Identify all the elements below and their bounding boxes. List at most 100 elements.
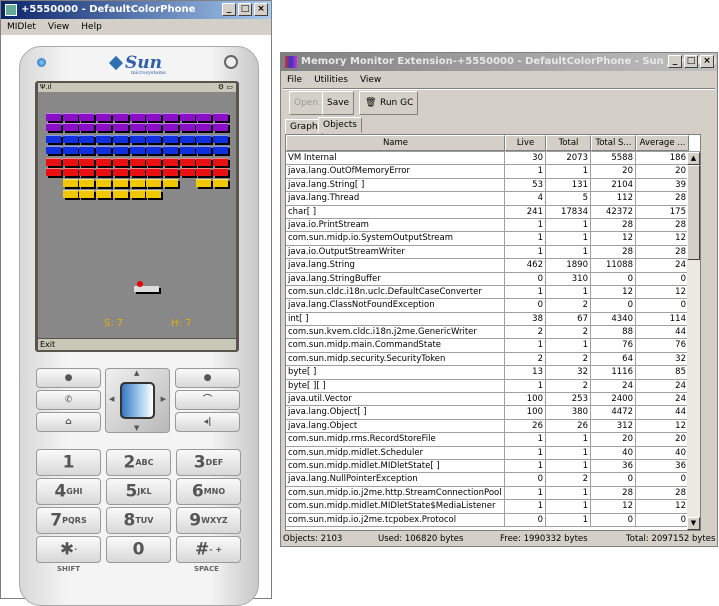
table-row[interactable]: java.lang.StringBuffer031000 [286,273,700,286]
menu-view[interactable]: View [48,19,69,35]
table-row[interactable]: java.io.PrintStream112828 [286,219,700,232]
table-row[interactable]: com.sun.midp.midlet.Scheduler114040 [286,447,700,460]
table-row[interactable]: java.lang.String[ ]53131210439 [286,179,700,192]
table-row[interactable]: byte[ ]1332111685 [286,366,700,379]
key-2[interactable]: 2ABC [106,449,171,476]
tab-graph[interactable]: Graph [285,119,323,135]
menu-file[interactable]: File [287,72,302,88]
end-call-key[interactable]: ⌒ [175,390,240,410]
scroll-thumb[interactable] [687,165,700,260]
minimize-button[interactable]: _ [668,55,682,68]
table-row[interactable]: java.lang.OutOfMemoryError112020 [286,165,700,178]
brick [146,158,161,166]
back-key[interactable]: ◂| [175,412,240,432]
dpad[interactable]: ▲ ▼ ◀ ▶ [105,368,170,433]
column-header-total[interactable]: Total [546,135,591,151]
table-row[interactable]: java.lang.Object[ ]100380447244 [286,406,700,419]
table-row[interactable]: com.sun.midp.midlet.MIDletState$MediaLis… [286,500,700,513]
dpad-select-button[interactable] [120,382,155,419]
brick [196,135,211,143]
scroll-up-button[interactable]: ▲ [687,152,700,165]
table-row[interactable]: java.util.Vector100253240024 [286,393,700,406]
key-9[interactable]: 9WXYZ [176,507,241,534]
menu-help[interactable]: Help [81,19,102,35]
call-key[interactable]: ✆ [36,390,101,410]
brick [79,123,94,131]
column-header-live[interactable]: Live [505,135,546,151]
key-hash[interactable]: #- + [176,536,241,563]
average-size: 44 [636,326,689,338]
key-5[interactable]: 5JKL [106,478,171,505]
title-bar[interactable]: Memory Monitor Extension-+5550000 - Defa… [281,53,717,71]
table-row[interactable]: java.lang.ClassNotFoundException0200 [286,299,700,312]
key-8[interactable]: 8TUV [106,507,171,534]
average-size: 40 [636,447,689,459]
left-arrow-icon[interactable]: ◀ [109,395,114,403]
close-button[interactable]: × [254,3,268,16]
close-button[interactable]: × [700,55,714,68]
table-row[interactable]: com.sun.midp.rms.RecordStoreFile112020 [286,433,700,446]
down-arrow-icon[interactable]: ▼ [134,424,139,432]
table-row[interactable]: com.sun.midp.io.j2me.tcpobex.Protocol010… [286,514,700,527]
column-header-total-size[interactable]: Total S... [591,135,636,151]
key-4[interactable]: 4GHI [36,478,101,505]
key-3[interactable]: 3DEF [176,449,241,476]
brick [163,135,178,143]
table-row[interactable]: com.sun.midp.io.SystemOutputStream111212 [286,232,700,245]
up-arrow-icon[interactable]: ▲ [134,369,139,377]
menu-midlet[interactable]: MIDlet [7,19,36,35]
total-size: 28 [591,487,636,499]
key-star[interactable]: ✱· [36,536,101,563]
table-row[interactable]: java.io.OutputStreamWriter112828 [286,246,700,259]
total-count: 1 [546,487,591,499]
title-bar[interactable]: +5550000 - DefaultColorPhone _□× [1,1,271,19]
table-row[interactable]: java.lang.Thread4511228 [286,192,700,205]
table-row[interactable]: int[ ]38674340114 [286,313,700,326]
total-count: 1 [546,433,591,445]
table-row[interactable]: VM Internal3020735588186 [286,152,700,165]
live-count: 1 [505,460,546,472]
menu-utilities[interactable]: Utilities [314,72,348,88]
phone-screen[interactable]: Ψ.ıl⚙ ▭ S: 7 H: 7 Exit [35,81,239,352]
key-7[interactable]: 7PQRS [36,507,101,534]
object-name: java.io.PrintStream [286,219,505,231]
maximize-button[interactable]: □ [238,3,252,16]
sun-logo: Sun microsystems [111,53,166,76]
brick [113,168,128,176]
scroll-down-button[interactable]: ▼ [687,517,700,530]
right-arrow-icon[interactable]: ▶ [161,395,166,403]
run-gc-button[interactable]: 🗑Run GC [359,91,418,115]
table-row[interactable]: com.sun.kvem.cldc.i18n.j2me.GenericWrite… [286,326,700,339]
column-header-average[interactable]: Average ... [636,135,689,151]
table-row[interactable]: java.lang.Object262631212 [286,420,700,433]
object-name: com.sun.cldc.i18n.uclc.DefaultCaseConver… [286,286,505,298]
vertical-scrollbar[interactable]: ▲ ▼ [687,152,700,530]
maximize-button[interactable]: □ [684,55,698,68]
key-6[interactable]: 6MNO [176,478,241,505]
table-row[interactable]: com.sun.midp.security.SecurityToken22643… [286,353,700,366]
table-row[interactable]: java.lang.NullPointerException0200 [286,473,700,486]
right-soft-key[interactable]: ● [175,368,240,388]
table-row[interactable]: byte[ ][ ]122424 [286,380,700,393]
key-1[interactable]: 1 [36,449,101,476]
table-row[interactable]: com.sun.cldc.i18n.uclc.DefaultCaseConver… [286,286,700,299]
tab-objects[interactable]: Objects [318,117,362,133]
exit-softkey[interactable]: Exit [40,340,55,349]
menu-view[interactable]: View [360,72,381,88]
average-size: 12 [636,420,689,432]
table-row[interactable]: com.sun.midp.io.j2me.http.StreamConnecti… [286,487,700,500]
save-button[interactable]: Save [322,91,354,115]
key-0[interactable]: 0 [106,536,171,563]
open-button[interactable]: Open [289,91,323,115]
table-row[interactable]: com.sun.midp.midlet.MIDletState[ ]113636 [286,460,700,473]
breakout-game-canvas[interactable]: S: 7 H: 7 [38,92,236,338]
minimize-button[interactable]: _ [222,3,236,16]
table-row[interactable]: com.sun.midp.main.CommandState117676 [286,339,700,352]
table-row[interactable]: java.lang.String46218901108824 [286,259,700,272]
live-count: 1 [505,232,546,244]
power-button[interactable] [224,55,238,69]
table-row[interactable]: char[ ]2411783442372175 [286,206,700,219]
column-header-name[interactable]: Name [286,135,505,151]
home-key[interactable]: ⌂ [36,412,101,432]
left-soft-key[interactable]: ● [36,368,101,388]
